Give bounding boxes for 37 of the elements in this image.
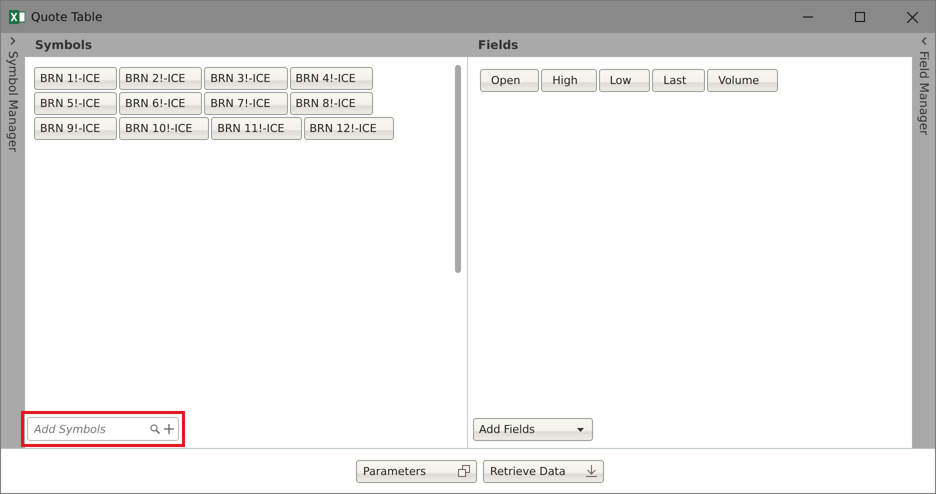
close-icon	[906, 12, 918, 22]
minimize-icon	[803, 16, 813, 18]
panel-heading: Symbols	[35, 38, 92, 52]
symbol-chip[interactable]: BRN 11!-ICE	[211, 117, 302, 140]
add-fields-dropdown[interactable]: Add Fields	[473, 418, 593, 441]
sidebar-label[interactable]: Symbol Manager	[6, 51, 20, 152]
sidebar-label[interactable]: Field Manager	[917, 51, 931, 136]
retrieve-button[interactable]: Retrieve Data	[483, 460, 604, 482]
symbol-chip[interactable]: BRN 2!-ICE	[119, 67, 202, 90]
symbol-chip[interactable]: BRN 8!-ICE	[290, 92, 373, 115]
symbol-chip[interactable]: BRN 1!-ICE	[34, 67, 118, 90]
field-chip[interactable]: High	[541, 69, 597, 92]
symbol-chip[interactable]: BRN 4!-ICE	[290, 67, 373, 90]
symbol-chip[interactable]: BRN 6!-ICE	[119, 92, 202, 115]
symbol-chip[interactable]: BRN 5!-ICE	[34, 92, 118, 115]
field-chip[interactable]: Last	[652, 69, 706, 92]
chevron-left-icon[interactable]	[921, 37, 927, 45]
maximize-icon	[855, 12, 865, 22]
symbol-chip[interactable]: BRN 7!-ICE	[204, 92, 288, 115]
field-chip[interactable]: Open	[480, 69, 540, 92]
spreadsheet-icon	[9, 9, 25, 25]
symbol-chip[interactable]: BRN 10!-ICE	[119, 117, 210, 140]
download-icon	[586, 465, 597, 477]
dropdown-arrow-icon	[577, 428, 584, 432]
symbol-chip[interactable]: BRN 3!-ICE	[204, 67, 288, 90]
plus-icon[interactable]	[164, 424, 174, 434]
symbol-chip[interactable]: BRN 12!-ICE	[304, 117, 394, 140]
window-title: Quote Table	[31, 10, 104, 24]
field-chip[interactable]: Low	[598, 69, 650, 92]
chevron-right-icon[interactable]	[10, 37, 16, 45]
panel-heading: Fields	[478, 38, 518, 52]
search-icon	[150, 424, 160, 434]
symbol-chip[interactable]: BRN 9!-ICE	[34, 117, 118, 140]
parameters-button[interactable]: Parameters	[356, 460, 477, 482]
scrollbar-thumb[interactable]	[455, 65, 461, 273]
windows-icon	[458, 465, 470, 477]
field-chip[interactable]: Volume	[707, 69, 778, 92]
